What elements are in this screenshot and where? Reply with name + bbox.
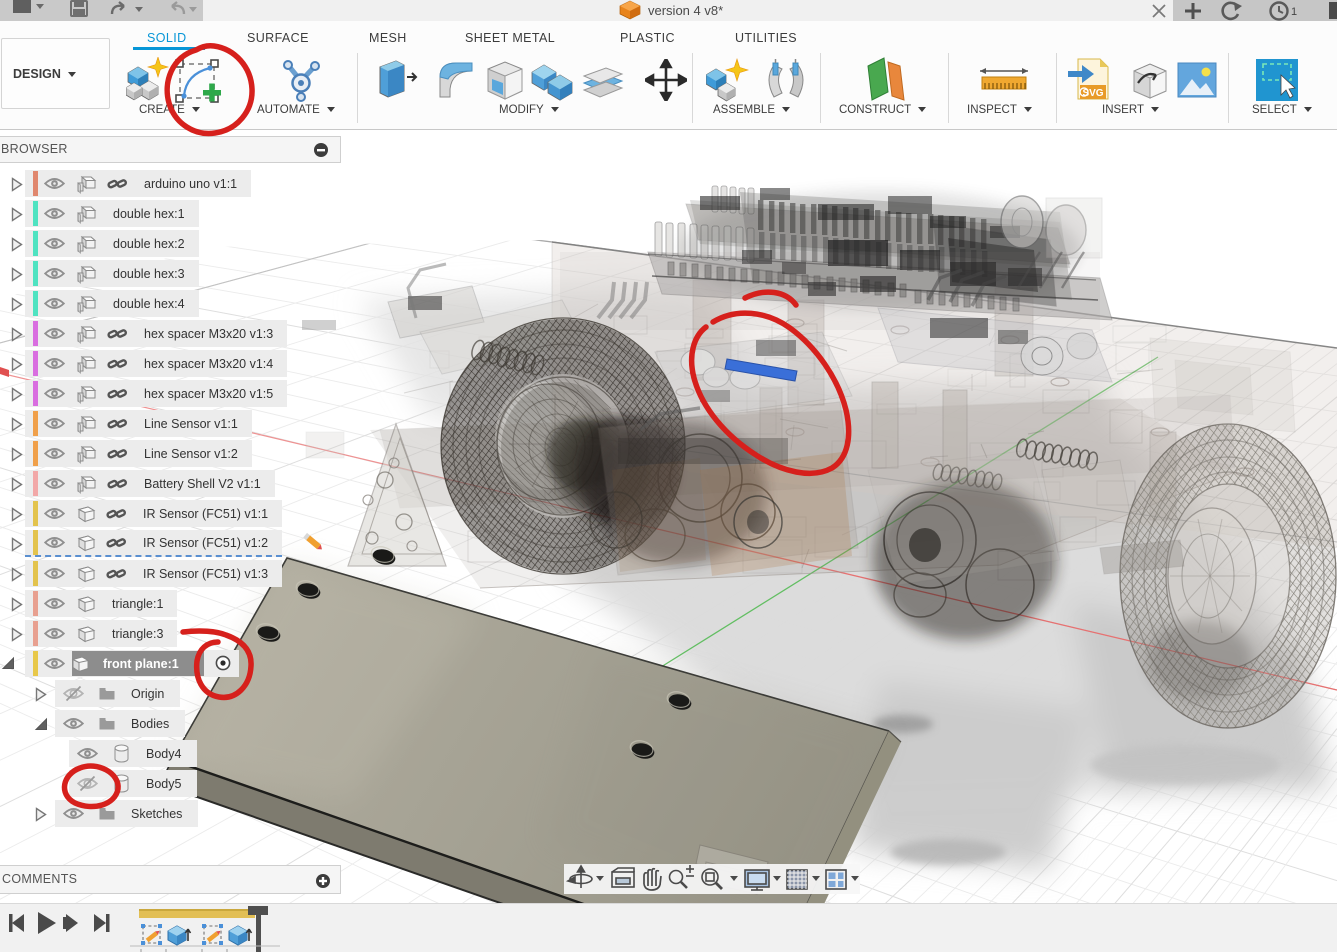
svg-text:SVG: SVG (1082, 88, 1103, 99)
svg-text:1: 1 (1291, 6, 1297, 18)
